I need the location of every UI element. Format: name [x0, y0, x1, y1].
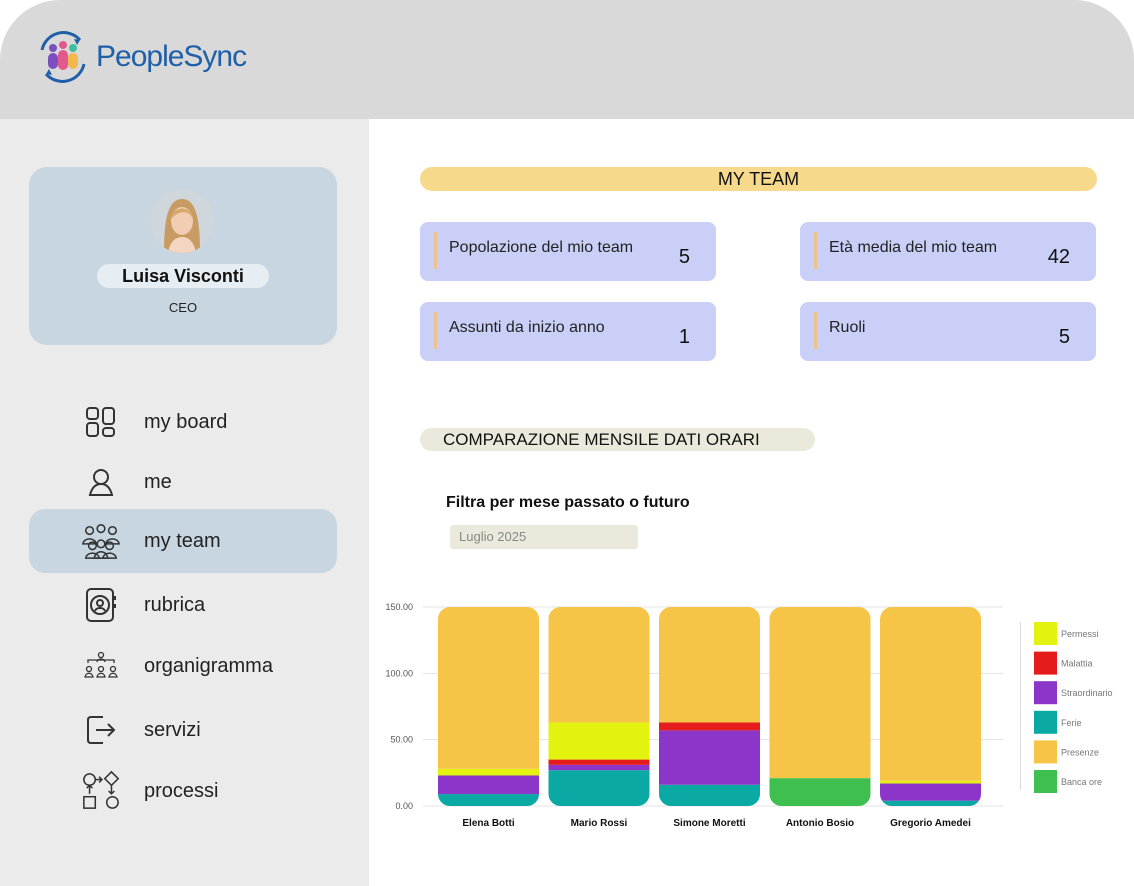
bar-segment	[548, 759, 650, 765]
bar-stack	[659, 607, 760, 806]
legend-label: Banca ore	[1061, 777, 1102, 787]
bar-segment	[548, 764, 650, 771]
y-tick-label: 100.00	[385, 668, 413, 678]
bar-segment	[880, 607, 981, 781]
legend-label: Presenze	[1061, 747, 1099, 757]
bar-segment	[769, 607, 871, 779]
legend-swatch	[1034, 622, 1057, 645]
hours-comparison-chart: 0.00 50.00 100.00 150.00 Elena Botti Mario Ro…	[385, 602, 1113, 829]
bar-stack	[548, 607, 650, 806]
bar-stack	[880, 607, 981, 806]
y-tick-label: 0.00	[395, 801, 413, 811]
bar-stack	[438, 607, 539, 806]
bar-segment	[769, 778, 871, 806]
legend-swatch	[1034, 770, 1057, 793]
x-tick-label: Simone Moretti	[673, 818, 745, 829]
x-tick-label: Mario Rossi	[571, 818, 628, 829]
bar-segment	[659, 784, 760, 806]
bar-segment	[659, 607, 760, 723]
x-tick-label: Elena Botti	[462, 818, 514, 829]
bar-segment	[438, 768, 539, 776]
legend-label: Straordinario	[1061, 688, 1113, 698]
x-tick-label: Gregorio Amedei	[890, 818, 971, 829]
bar-segment	[438, 607, 539, 769]
bar-segment	[548, 607, 650, 723]
legend-label: Permessi	[1061, 629, 1099, 639]
bar-segment	[548, 770, 650, 806]
legend-swatch	[1034, 710, 1057, 734]
y-tick-label: 50.00	[390, 735, 413, 745]
legend-swatch	[1034, 740, 1057, 764]
legend-label: Ferie	[1061, 718, 1082, 728]
bar-segment	[880, 780, 981, 784]
legend-swatch	[1034, 651, 1057, 675]
bar-segment	[880, 783, 981, 801]
x-tick-label: Antonio Bosio	[786, 818, 854, 829]
bar-segment	[659, 730, 760, 785]
bar-stack	[769, 607, 871, 806]
y-tick-label: 150.00	[385, 602, 413, 612]
legend-label: Malattia	[1061, 659, 1093, 669]
bar-segment	[880, 800, 981, 806]
bar-segment	[438, 775, 539, 795]
bar-segment	[438, 794, 539, 806]
app-frame: PeopleSync Luisa Visconti CEO my board m…	[0, 0, 1134, 886]
legend-swatch	[1034, 681, 1057, 705]
bar-segment	[548, 722, 650, 760]
bar-segment	[659, 722, 760, 731]
